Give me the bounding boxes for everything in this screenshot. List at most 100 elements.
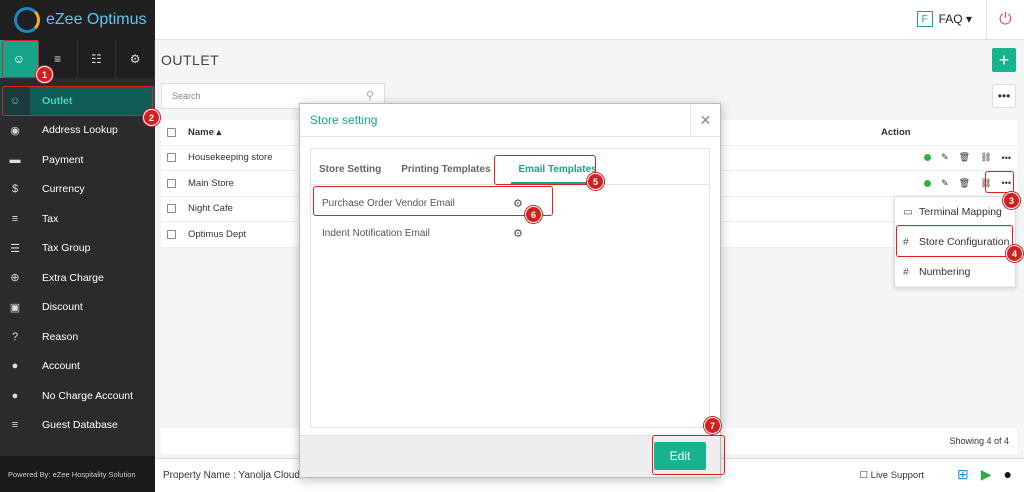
row-name: Optimus Dept <box>188 228 247 240</box>
add-button[interactable]: + <box>992 48 1016 72</box>
brand-name: eZee Optimus <box>46 11 147 28</box>
user-icon: ● <box>11 389 19 402</box>
database-icon: ≡ <box>11 419 19 432</box>
apple-icon[interactable]: ● <box>1004 466 1012 483</box>
edit-icon[interactable]: ✎ <box>941 178 949 189</box>
menu-item-label: Numbering <box>919 265 971 278</box>
delete-icon[interactable]: 🗑 <box>959 178 970 189</box>
callout-badge: 2 <box>143 109 160 126</box>
more-icon[interactable]: ••• <box>1002 153 1011 163</box>
list-icon: ≡ <box>11 212 19 225</box>
property-name: Property Name : Yanolja Cloud <box>163 470 300 481</box>
faq-label: FAQ ▾ <box>938 12 972 26</box>
cart-icon[interactable]: ☷ <box>78 40 117 78</box>
tab-store-setting[interactable]: Store Setting <box>319 164 391 184</box>
row-checkbox[interactable] <box>167 229 176 239</box>
faq-icon: F <box>916 11 933 27</box>
more-options-button[interactable]: ••• <box>992 84 1016 108</box>
column-action-header: Action <box>881 126 911 138</box>
callout-badge: 5 <box>587 173 604 190</box>
dollar-icon: $ <box>11 183 19 196</box>
callout-badge: 6 <box>525 206 542 223</box>
sidebar-item-currency[interactable]: $ Currency <box>0 175 155 205</box>
sidebar-item-label: Tax Group <box>42 242 91 255</box>
sidebar-item-extra-charge[interactable]: ⊕ Extra Charge <box>0 263 155 293</box>
menu-item-label: Terminal Mapping <box>919 205 1002 218</box>
sidebar-item-label: Discount <box>42 301 83 314</box>
highlight-box <box>896 225 1013 257</box>
search-icon: ⚲ <box>365 90 374 102</box>
sidebar-item-label: Address Lookup <box>42 124 118 137</box>
callout-badge: 7 <box>704 417 721 434</box>
callout-badge: 4 <box>1006 245 1023 262</box>
brand-logo-icon <box>14 7 40 33</box>
power-icon[interactable]: ⏻ <box>986 0 1024 40</box>
gift-icon: ▣ <box>9 301 21 314</box>
row-name: Main Store <box>188 177 234 189</box>
list-icon: ☰ <box>10 242 20 255</box>
sidebar-item-discount[interactable]: ▣ Discount <box>0 293 155 323</box>
highlight-box <box>985 171 1014 193</box>
row-checkbox[interactable] <box>167 204 176 214</box>
tab-printing-templates[interactable]: Printing Templates <box>401 164 500 184</box>
column-name-header[interactable]: Name ▴ <box>188 127 221 138</box>
close-icon[interactable]: ✕ <box>690 104 720 137</box>
app-store-icons: ⊞ ▶ ● <box>957 466 1012 483</box>
callout-badge: 1 <box>36 66 53 83</box>
sidebar-item-address-lookup[interactable]: ◉ Address Lookup <box>0 116 155 146</box>
row-actions: ✎ 🗑 ⛓ ••• <box>924 152 1011 163</box>
search-placeholder: Search <box>172 91 201 101</box>
row-checkbox[interactable] <box>167 178 176 188</box>
page-title: OUTLET <box>161 52 220 68</box>
highlight-box <box>2 40 39 78</box>
windows-icon[interactable]: ⊞ <box>957 466 969 483</box>
modal-header: Store setting ✕ <box>300 104 720 137</box>
template-row: Indent Notification Email ⚙ <box>311 218 709 248</box>
sidebar-item-label: Tax <box>42 212 59 225</box>
sidebar-item-tax[interactable]: ≡ Tax <box>0 204 155 234</box>
sidebar-item-label: No Charge Account <box>42 389 134 402</box>
location-icon: ◉ <box>10 124 20 137</box>
sidebar-item-label: Extra Charge <box>42 271 104 284</box>
top-bar: F FAQ ▾ ⏻ <box>155 0 1024 40</box>
link-icon[interactable]: ⛓ <box>980 152 991 163</box>
highlight-box <box>313 186 553 216</box>
plus-circle-icon: ⊕ <box>10 272 20 285</box>
status-active-icon <box>924 154 932 162</box>
status-active-icon <box>924 179 932 187</box>
question-icon: ? <box>11 330 19 343</box>
menu-item-terminal-mapping[interactable]: ▭ Terminal Mapping <box>895 197 1015 227</box>
sidebar-item-account[interactable]: ● Account <box>0 352 155 382</box>
sidebar-item-reason[interactable]: ? Reason <box>0 322 155 352</box>
modal-title: Store setting <box>310 113 378 127</box>
brand[interactable]: eZee Optimus <box>0 0 155 40</box>
user-icon: ● <box>11 360 19 373</box>
highlight-box <box>2 86 153 116</box>
row-checkbox[interactable] <box>167 153 176 163</box>
monitor-icon: ▭ <box>903 205 913 218</box>
template-name: Indent Notification Email <box>322 227 430 239</box>
powered-by: Powered By: eZee Hospitality Solution <box>0 456 155 492</box>
row-name: Housekeeping store <box>188 152 273 164</box>
delete-icon[interactable]: 🗑 <box>959 152 970 163</box>
sidebar-item-label: Reason <box>42 330 79 343</box>
sidebar-menu: ☺ Outlet ◉ Address Lookup ▬ Payment $ Curren… <box>0 86 155 440</box>
sidebar-item-no-charge-account[interactable]: ● No Charge Account <box>0 381 155 411</box>
menu-item-numbering[interactable]: # Numbering <box>895 257 1015 287</box>
highlight-box <box>652 435 725 475</box>
hash-icon: # <box>903 265 909 278</box>
sidebar-item-tax-group[interactable]: ☰ Tax Group <box>0 234 155 264</box>
edit-icon[interactable]: ✎ <box>941 152 949 163</box>
live-support-link[interactable]: ☐ Live Support <box>860 470 925 481</box>
card-icon: ▬ <box>9 153 21 166</box>
sidebar-item-payment[interactable]: ▬ Payment <box>0 145 155 175</box>
gear-icon[interactable]: ⚙ <box>513 227 523 240</box>
sidebar-item-label: Guest Database <box>42 419 118 432</box>
callout-badge: 3 <box>1003 192 1020 209</box>
sidebar-item-label: Account <box>42 360 80 373</box>
gear-icon[interactable]: ⚙ <box>116 40 155 78</box>
select-all-checkbox[interactable] <box>167 127 176 137</box>
google-play-icon[interactable]: ▶ <box>981 466 992 483</box>
sidebar-item-guest-database[interactable]: ≡ Guest Database <box>0 411 155 441</box>
faq-button[interactable]: F FAQ ▾ <box>916 11 972 27</box>
